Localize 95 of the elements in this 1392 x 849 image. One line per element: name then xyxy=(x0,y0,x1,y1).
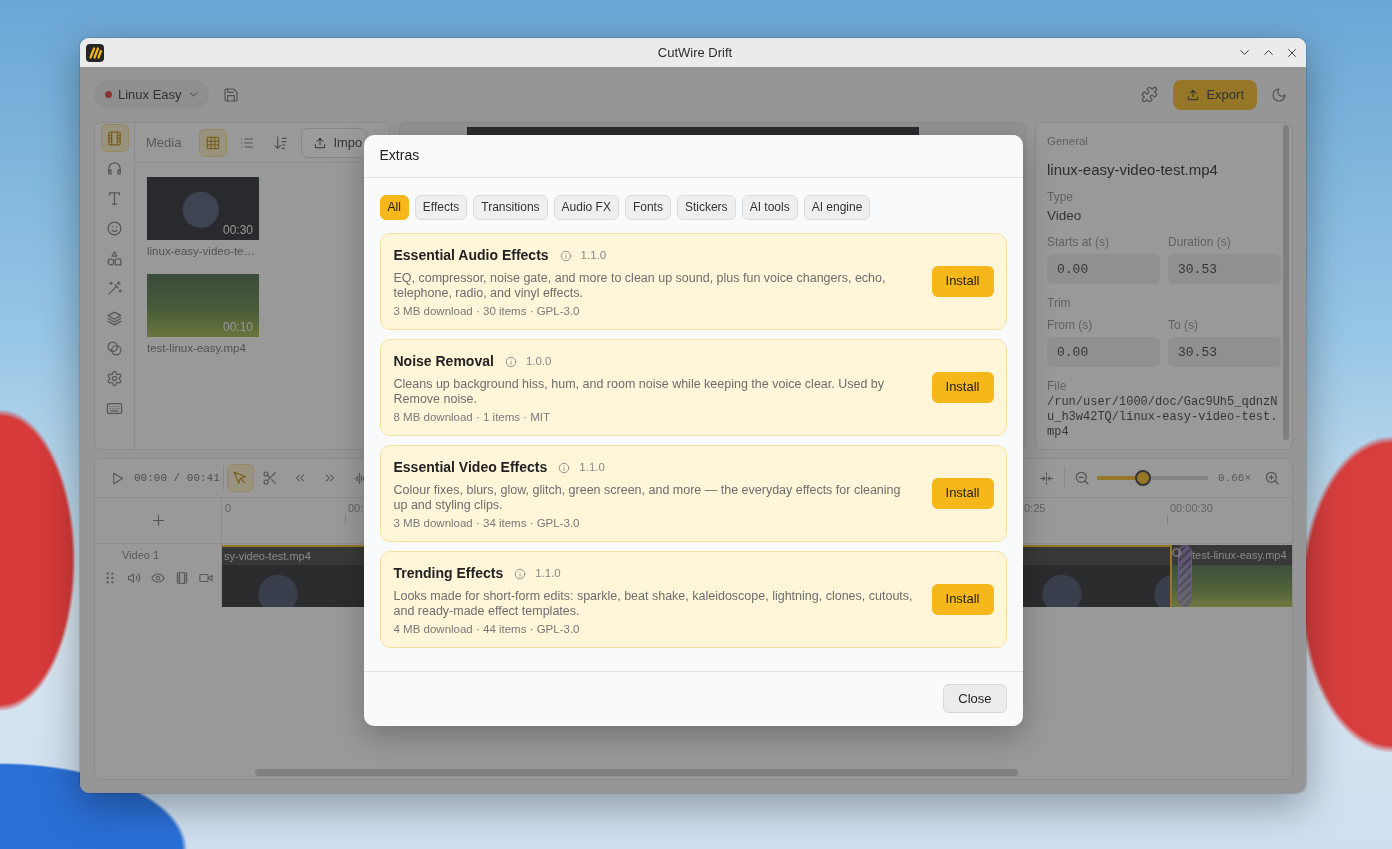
grid-view-button[interactable] xyxy=(199,128,228,157)
duration-label: 00:10 xyxy=(222,320,253,334)
plus-icon xyxy=(150,513,166,528)
filter-chip[interactable]: AI engine xyxy=(803,194,871,220)
version-label: 1.1.0 xyxy=(579,459,605,475)
headphones-icon xyxy=(106,159,123,177)
filter-chip[interactable]: Fonts xyxy=(624,194,671,220)
app-logo-icon xyxy=(86,43,104,62)
media-file-name: test-linux-easy.mp4 xyxy=(147,341,247,355)
grid-icon xyxy=(205,134,222,151)
settings-icon xyxy=(106,369,123,387)
extension-name: Noise Removal xyxy=(393,352,494,371)
upload-icon xyxy=(313,135,328,150)
slider-handle[interactable] xyxy=(1135,470,1151,486)
extension-description: Looks made for short-form edits: sparkle, beat shake, kaleidoscope, lightning, clones, cutouts, and ready-made effect templates. xyxy=(393,588,914,619)
extension-meta: 4 MB download · 44 items · GPL-3.0 xyxy=(393,621,581,637)
duration-label: 00:30 xyxy=(222,223,253,237)
layers-icon xyxy=(106,309,123,327)
file-path: /run/user/1000/doc/Gac9Uh5_qdnzNu_h3w42TQ/linux-easy-video-test.mp4 xyxy=(1047,395,1279,440)
field-label: File xyxy=(1047,379,1068,394)
video-camera-icon[interactable] xyxy=(199,571,213,585)
timecode: 00:00 / 00:41 xyxy=(134,466,224,490)
version-label: 1.1.0 xyxy=(580,247,607,263)
zoom-in-icon xyxy=(1264,470,1280,486)
caret-icon xyxy=(187,89,199,100)
version-label: 1.0.0 xyxy=(525,353,552,369)
puzzle-icon xyxy=(1140,86,1158,103)
project-selector[interactable]: Linux Easy xyxy=(94,80,209,109)
smiley-icon xyxy=(106,219,123,237)
extension-description: Cleans up background hiss, hum, and room noise while keeping the voice clear. Used by Remove noise. xyxy=(393,376,886,407)
filter-chip[interactable]: AI tools xyxy=(741,194,798,220)
window-title: CutWire Drift xyxy=(657,43,733,62)
section-label: General xyxy=(1047,134,1089,148)
scissors-icon xyxy=(262,470,279,486)
extension-meta: 3 MB download · 30 items · GPL-3.0 xyxy=(393,303,581,319)
number-field[interactable]: 0.00 xyxy=(1047,254,1160,284)
extension-description: EQ, compressor, noise gate, and more to clean up sound, plus fun voice changers, echo, telephone, radio, and vinyl effects. xyxy=(393,270,887,301)
version-label: 1.1.0 xyxy=(535,565,561,581)
install-button[interactable]: Install xyxy=(931,477,994,509)
filter-chip[interactable]: Effects xyxy=(414,194,468,220)
film-icon[interactable] xyxy=(175,571,189,585)
extension-meta: 8 MB download · 1 items · MIT xyxy=(393,409,552,425)
moon-icon xyxy=(1271,86,1287,103)
sidebar-tab[interactable] xyxy=(100,124,129,152)
install-button[interactable]: Install xyxy=(931,371,994,403)
ring-icon[interactable] xyxy=(1172,548,1181,557)
clip-label: test-linux-easy.mp4 xyxy=(1172,545,1292,565)
save-icon xyxy=(222,86,239,103)
clip-title: linux-easy-video-test.mp4 xyxy=(1047,160,1219,180)
vertical-scrollbar[interactable] xyxy=(1283,125,1289,440)
panel-title: Media xyxy=(146,133,182,152)
ruler-label: 00:00:30 xyxy=(1170,502,1213,515)
text-icon xyxy=(106,189,123,207)
extension-meta: 3 MB download · 34 items · GPL-3.0 xyxy=(393,515,581,531)
media-file-name: linux-easy-video-te… xyxy=(147,244,256,258)
horizontal-scrollbar[interactable] xyxy=(255,769,1018,776)
info-icon[interactable] xyxy=(558,462,571,475)
close-icon xyxy=(1286,46,1298,59)
extension-description: Colour fixes, blurs, glow, glitch, green screen, and more — the everyday effects for cleaning up and styling clips. xyxy=(393,482,902,513)
field-value: Video xyxy=(1047,207,1083,225)
import-button[interactable]: Impo xyxy=(301,127,368,158)
arrows-to-line-icon xyxy=(1039,470,1055,486)
close-button[interactable]: Close xyxy=(943,684,1007,713)
shapes-icon xyxy=(106,249,123,267)
filter-chip[interactable]: All xyxy=(379,194,409,220)
video-thumbnail[interactable]: 00:30 xyxy=(147,177,259,240)
number-field[interactable]: 30.53 xyxy=(1168,337,1281,367)
magic-wand-icon xyxy=(106,279,123,297)
number-field[interactable]: 0.00 xyxy=(1047,337,1160,367)
info-icon[interactable] xyxy=(559,250,572,263)
track-name: Video 1 xyxy=(122,549,161,562)
extension-name: Essential Video Effects xyxy=(393,458,548,477)
zoom-out-icon xyxy=(1074,470,1090,486)
select-tool-button[interactable] xyxy=(226,464,254,492)
filter-chip[interactable]: Audio FX xyxy=(553,194,619,220)
info-icon[interactable] xyxy=(504,356,517,369)
number-field[interactable]: 30.53 xyxy=(1168,254,1281,284)
info-icon[interactable] xyxy=(514,568,527,581)
sort-icon xyxy=(273,134,290,151)
upload-icon xyxy=(1186,87,1201,102)
section-label: Trim xyxy=(1047,296,1072,311)
extension-name: Trending Effects xyxy=(393,564,504,583)
install-button[interactable]: Install xyxy=(931,583,994,615)
filter-chip[interactable]: Transitions xyxy=(473,194,548,220)
zoom-reading: 0.66× xyxy=(1218,470,1251,486)
eye-icon[interactable] xyxy=(151,571,165,585)
field-label: Type xyxy=(1047,190,1074,205)
filter-chip[interactable]: Stickers xyxy=(676,194,736,220)
film-icon xyxy=(106,129,123,147)
extension-name: Essential Audio Effects xyxy=(393,246,549,265)
pointer-icon xyxy=(232,470,249,486)
overlapping-circles-icon xyxy=(106,339,123,357)
speaker-icon[interactable] xyxy=(127,571,141,585)
dialog-title: Extras xyxy=(379,146,420,165)
install-button[interactable]: Install xyxy=(931,265,994,297)
